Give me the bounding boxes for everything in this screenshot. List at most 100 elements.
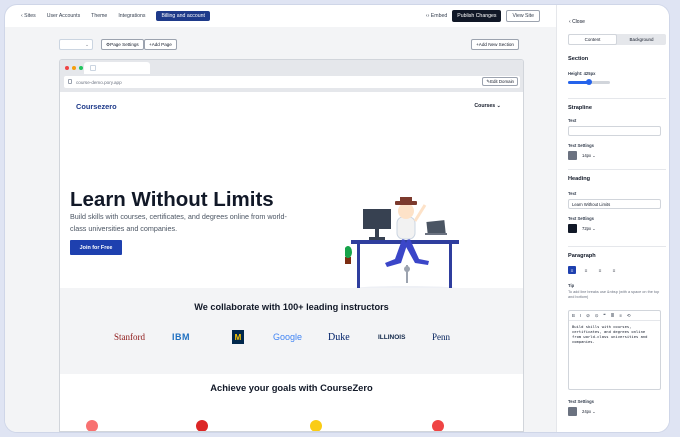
- add-page-button[interactable]: + Add Page: [144, 39, 177, 50]
- edit-domain-button[interactable]: ✎ Edit Domain: [482, 77, 518, 86]
- divider: [568, 169, 666, 170]
- close-label: Close: [572, 19, 585, 25]
- top-bar: ‹ Sites User Accounts Theme Integrations…: [5, 5, 556, 27]
- code-icon: ‹›: [425, 13, 430, 19]
- paragraph-settings-label: Text Settings: [568, 399, 594, 404]
- partner-logo-michigan: M: [232, 330, 244, 344]
- browser-chrome: course-demo.pory.app ✎ Edit Domain: [60, 60, 523, 92]
- site-header: Coursezero Courses ⌄: [60, 92, 523, 128]
- link-icon[interactable]: ⊘: [586, 313, 590, 319]
- paragraph-size-value: 24px: [582, 409, 592, 414]
- nav-integrations[interactable]: Integrations: [118, 13, 145, 19]
- strapline-color-swatch[interactable]: [568, 151, 577, 160]
- divider: [568, 98, 666, 99]
- lock-icon: [68, 79, 72, 84]
- italic-icon[interactable]: I: [580, 313, 581, 318]
- url-bar: course-demo.pory.app ✎ Edit Domain: [64, 76, 520, 88]
- partner-logo-stanford: Stanford: [114, 332, 145, 342]
- goal-icon-2: [196, 420, 208, 431]
- editor-toolbar: B I ⊘ ⊙ ❝ ≣ ≡ ⟲: [569, 311, 660, 321]
- courses-menu[interactable]: Courses ⌄: [474, 103, 501, 109]
- heading-size-dropdown[interactable]: 72px ⌄: [582, 226, 596, 231]
- close-panel-button[interactable]: ‹ Close: [569, 19, 585, 25]
- align-left-icon[interactable]: ≡: [568, 266, 576, 274]
- paragraph-textarea[interactable]: Build skills with courses, certificates,…: [569, 321, 660, 347]
- add-page-label: Add Page: [151, 42, 172, 47]
- goal-icon-1: [86, 420, 98, 431]
- partners-title[interactable]: We collaborate with 100+ leading instruc…: [60, 302, 523, 312]
- align-right-icon[interactable]: ≡: [596, 266, 604, 274]
- browser-tab: [84, 62, 150, 74]
- height-slider[interactable]: [568, 79, 610, 85]
- page-settings-label: Page Settings: [110, 42, 139, 47]
- editor-canvas: ⌄ ⚙ Page Settings + Add Page + Add New S…: [5, 27, 556, 432]
- strapline-size-value: 14px: [582, 153, 592, 158]
- publish-changes-button[interactable]: Publish Changes: [452, 10, 502, 22]
- nav-theme[interactable]: Theme: [91, 13, 107, 19]
- hero-title[interactable]: Learn Without Limits: [70, 188, 274, 212]
- heading-settings-label: Text Settings: [568, 216, 594, 221]
- back-label: Sites: [24, 13, 36, 19]
- divider: [568, 246, 666, 247]
- slider-handle[interactable]: [586, 79, 592, 85]
- window-dots: [65, 66, 83, 70]
- height-label: Height: 425px: [568, 71, 596, 76]
- embed-label: Embed: [430, 13, 448, 19]
- goal-icon-3: [310, 420, 322, 431]
- heading-heading: Heading: [568, 176, 591, 182]
- site-logo[interactable]: Coursezero: [76, 102, 117, 111]
- strapline-settings-label: Text Settings: [568, 143, 594, 148]
- add-section-button[interactable]: + Add New Section: [471, 39, 519, 50]
- strapline-size-dropdown[interactable]: 14px ⌄: [582, 153, 596, 158]
- hero-illustration: [345, 197, 460, 292]
- bold-icon[interactable]: B: [572, 313, 575, 318]
- partner-logo-duke: Duke: [328, 332, 350, 343]
- align-justify-icon[interactable]: ≡: [610, 266, 618, 274]
- paragraph-editor[interactable]: B I ⊘ ⊙ ❝ ≣ ≡ ⟲ Build skills with course…: [568, 310, 661, 390]
- url-text: course-demo.pory.app: [76, 79, 122, 85]
- join-for-free-button[interactable]: Join for Free: [70, 240, 122, 255]
- strapline-heading: Strapline: [568, 105, 592, 111]
- alignment-options: ≡ ≡ ≡ ≡: [568, 266, 618, 274]
- page-toolbar: ⌄ ⚙ Page Settings + Add Page + Add New S…: [59, 39, 519, 52]
- clear-format-icon[interactable]: ⟲: [627, 313, 631, 319]
- ordered-list-icon[interactable]: ≡: [619, 313, 622, 318]
- nav-billing[interactable]: Billing and account: [156, 11, 210, 21]
- code-icon[interactable]: ⊙: [595, 313, 599, 319]
- view-site-button[interactable]: View Site: [506, 10, 540, 22]
- embed-button[interactable]: ‹› Embed: [426, 13, 447, 19]
- quote-icon[interactable]: ❝: [603, 313, 605, 319]
- top-nav: ‹ Sites User Accounts Theme Integrations…: [21, 11, 210, 21]
- goals-title[interactable]: Achieve your goals with CourseZero: [60, 382, 523, 393]
- tab-favicon-icon: [90, 65, 96, 71]
- courses-label: Courses: [474, 103, 496, 109]
- page-settings-button[interactable]: ⚙ Page Settings: [101, 39, 144, 50]
- heading-text-label: Text: [568, 191, 577, 196]
- heading-text-input[interactable]: Learn Without Limits: [568, 199, 661, 209]
- top-actions: ‹› Embed Publish Changes View Site: [426, 10, 540, 22]
- strapline-text-label: Text: [568, 118, 577, 123]
- chevron-down-icon: ⌄: [592, 226, 596, 231]
- align-center-icon[interactable]: ≡: [582, 266, 590, 274]
- hero-paragraph[interactable]: Build skills with courses, certificates,…: [70, 211, 290, 234]
- partner-logo-penn: Penn: [432, 332, 450, 342]
- tip-text: To add line breaks use &nbsp (with a spa…: [568, 290, 660, 299]
- partner-logo-ibm: IBM: [172, 332, 190, 342]
- page-select[interactable]: ⌄: [59, 39, 93, 50]
- section-heading: Section: [568, 56, 589, 62]
- tab-content[interactable]: Content: [568, 34, 617, 45]
- paragraph-color-swatch[interactable]: [568, 407, 577, 416]
- back-to-sites-link[interactable]: ‹ Sites: [21, 13, 36, 19]
- chevron-down-icon: ⌄: [496, 103, 501, 109]
- chevron-down-icon: ⌄: [592, 409, 596, 414]
- list-icon[interactable]: ≣: [611, 313, 615, 319]
- nav-user-accounts[interactable]: User Accounts: [47, 13, 80, 19]
- strapline-text-input[interactable]: [568, 126, 661, 136]
- paragraph-size-dropdown[interactable]: 24px ⌄: [582, 409, 596, 414]
- settings-panel: ‹ Close Content Background Section Heigh…: [556, 5, 669, 432]
- goal-icon-4: [432, 420, 444, 431]
- heading-color-swatch[interactable]: [568, 224, 577, 233]
- edit-domain-label: Edit Domain: [490, 79, 514, 84]
- site-preview: course-demo.pory.app ✎ Edit Domain Cours…: [59, 59, 524, 432]
- tab-background[interactable]: Background: [617, 34, 666, 45]
